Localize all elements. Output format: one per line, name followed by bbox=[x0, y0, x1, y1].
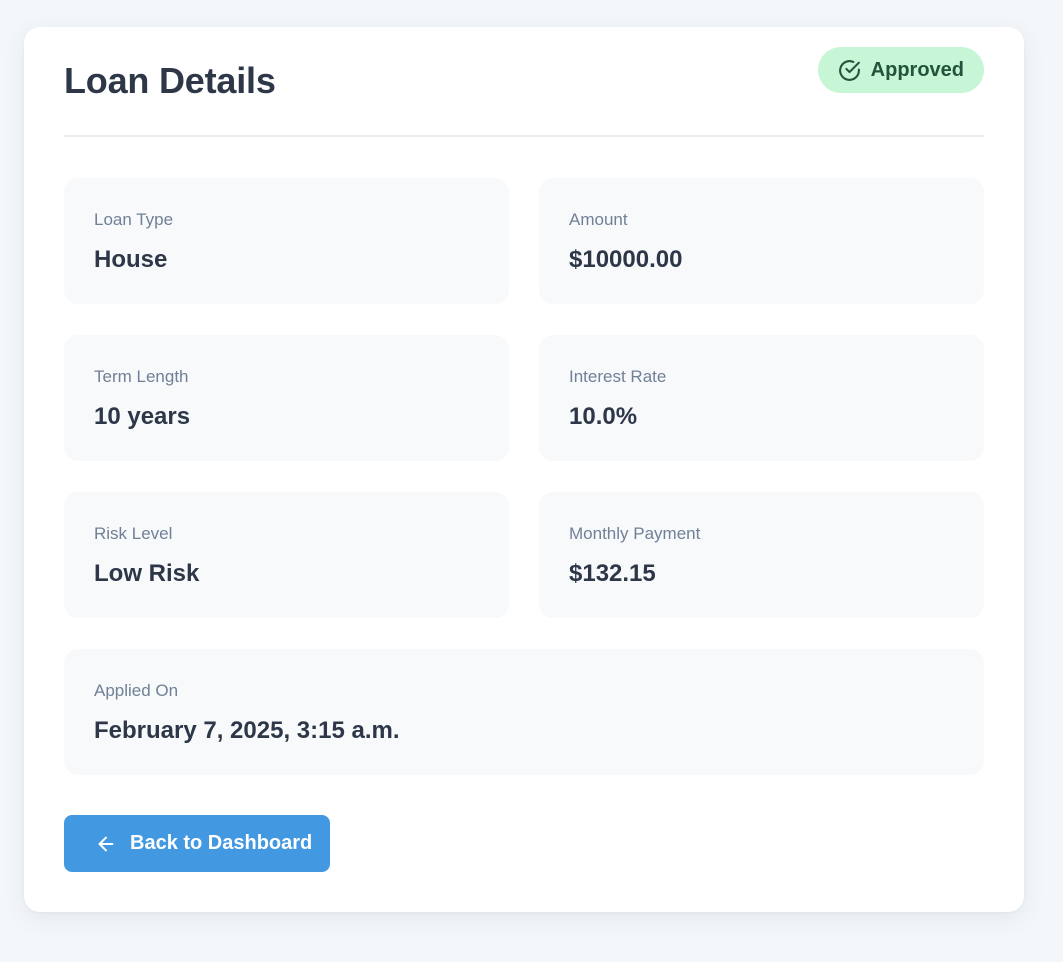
card-header: Loan Details Approved bbox=[64, 27, 984, 137]
term-length-label: Term Length bbox=[94, 367, 189, 386]
applied-on-tile: Applied On February 7, 2025, 3:15 a.m. bbox=[64, 649, 984, 775]
back-to-dashboard-button[interactable]: Back to Dashboard bbox=[64, 815, 330, 872]
risk-level-tile: Risk Level Low Risk bbox=[64, 492, 509, 618]
interest-rate-value: 10.0% bbox=[569, 403, 638, 430]
page-title: Loan Details bbox=[64, 60, 276, 101]
loan-type-tile: Loan Type House bbox=[64, 178, 509, 304]
loan-type-label: Loan Type bbox=[94, 210, 174, 229]
monthly-payment-value: $132.15 bbox=[569, 560, 656, 587]
details-grid: Loan Type House Amount $10000.00 Term Le… bbox=[64, 178, 984, 775]
monthly-payment-label: Monthly Payment bbox=[569, 524, 701, 543]
term-length-value: 10 years bbox=[94, 403, 191, 430]
loan-details-card: Loan Details Approved Loan Type House Am… bbox=[24, 27, 1024, 912]
applied-on-label: Applied On bbox=[94, 681, 179, 700]
check-circle-icon bbox=[837, 58, 862, 83]
interest-rate-label: Interest Rate bbox=[569, 367, 667, 386]
status-badge: Approved bbox=[817, 47, 984, 93]
interest-rate-tile: Interest Rate 10.0% bbox=[539, 335, 984, 461]
monthly-payment-tile: Monthly Payment $132.15 bbox=[539, 492, 984, 618]
loan-type-value: House bbox=[94, 246, 168, 273]
back-button-label: Back to Dashboard bbox=[130, 832, 313, 854]
status-label: Approved bbox=[870, 58, 964, 81]
applied-on-value: February 7, 2025, 3:15 a.m. bbox=[94, 717, 400, 744]
arrow-left-icon bbox=[95, 833, 117, 855]
amount-value: $10000.00 bbox=[569, 246, 683, 273]
term-length-tile: Term Length 10 years bbox=[64, 335, 509, 461]
amount-tile: Amount $10000.00 bbox=[539, 178, 984, 304]
amount-label: Amount bbox=[569, 210, 628, 229]
risk-level-label: Risk Level bbox=[94, 524, 173, 543]
risk-level-value: Low Risk bbox=[94, 560, 200, 587]
